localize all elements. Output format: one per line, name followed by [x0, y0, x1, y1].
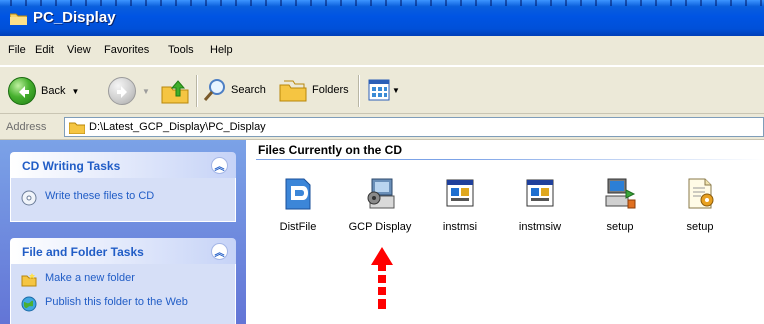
search-label: Search [231, 84, 266, 96]
folders-label: Folders [312, 84, 349, 96]
publish-folder-link[interactable]: Publish this folder to the Web [21, 296, 225, 312]
file-name: instmsiw [518, 221, 562, 233]
views-dropdown-icon[interactable]: ▼ [392, 86, 400, 95]
cd-writing-tasks-title: CD Writing Tasks [22, 159, 121, 173]
cd-writing-tasks-body: Write these files to CD [10, 178, 236, 222]
file-item-setup-exe[interactable]: setup [580, 176, 660, 233]
forward-button[interactable]: ▼ [108, 77, 150, 105]
window-title: PC_Display [33, 9, 116, 26]
file-name: instmsi [442, 221, 478, 233]
menu-file[interactable]: File [8, 44, 26, 56]
distfile-icon [285, 178, 311, 210]
file-folder-tasks-header[interactable]: File and Folder Tasks ︽ [10, 238, 236, 264]
views-icon [368, 79, 390, 101]
forward-arrow-icon [108, 77, 136, 105]
file-folder-tasks-title: File and Folder Tasks [22, 245, 144, 259]
toolbar: Back ▼ ▼ Search Folders ▼ [0, 66, 764, 114]
publish-web-icon [21, 296, 37, 312]
annotation-arrow-icon [371, 247, 393, 309]
address-label: Address [6, 121, 47, 133]
file-folder-tasks-group: File and Folder Tasks ︽ Make a new folde… [10, 238, 236, 324]
folder-icon [69, 122, 85, 134]
file-item-setup-ini[interactable]: setup [660, 176, 740, 233]
menu-favorites[interactable]: Favorites [104, 44, 149, 56]
folders-button[interactable]: Folders [278, 77, 349, 103]
file-name: setup [686, 221, 714, 233]
file-name: DistFile [279, 221, 317, 233]
file-item-distfile[interactable]: DistFile [258, 176, 338, 233]
title-bar: PC_Display [0, 0, 764, 36]
file-name: GCP Display [348, 221, 412, 233]
toolbar-separator [196, 75, 197, 107]
file-item-instmsiw[interactable]: instmsiw [500, 176, 580, 233]
write-files-label: Write these files to CD [45, 190, 155, 202]
up-folder-button[interactable] [160, 77, 190, 105]
back-label: Back [41, 85, 66, 97]
cd-writing-tasks-group: CD Writing Tasks ︽ Write these files to … [10, 152, 236, 222]
file-list-pane: Files Currently on the CD DistFile GCP D… [246, 140, 764, 324]
setup-file-icon [688, 178, 714, 209]
search-button[interactable]: Search [202, 77, 266, 103]
file-item-instmsi[interactable]: instmsi [420, 176, 500, 233]
back-button[interactable]: Back ▼ [8, 77, 79, 105]
folders-icon [279, 80, 307, 102]
cd-writing-tasks-header[interactable]: CD Writing Tasks ︽ [10, 152, 236, 178]
file-folder-tasks-body: Make a new folder Publish this folder to… [10, 264, 236, 324]
files-group-header: Files Currently on the CD [258, 143, 403, 157]
file-item-gcp-display[interactable]: GCP Display [340, 176, 420, 233]
instmsi-icon [446, 179, 474, 207]
address-value: D:\Latest_GCP_Display\PC_Display [89, 121, 266, 133]
menu-help[interactable]: Help [210, 44, 233, 56]
make-new-folder-link[interactable]: Make a new folder [21, 272, 225, 288]
collapse-chevron-icon[interactable]: ︽ [211, 243, 228, 260]
menu-bar: File Edit View Favorites Tools Help [0, 36, 764, 66]
new-folder-icon [21, 273, 37, 287]
setup-computer-icon [605, 178, 636, 209]
make-new-folder-label: Make a new folder [45, 272, 135, 284]
up-folder-icon [161, 80, 189, 104]
publish-folder-label: Publish this folder to the Web [45, 296, 188, 308]
search-icon [203, 79, 225, 101]
address-bar: Address D:\Latest_GCP_Display\PC_Display [0, 114, 764, 140]
toolbar-separator [358, 75, 359, 107]
folder-icon [10, 13, 27, 25]
cd-write-icon [21, 190, 37, 206]
gcp-display-icon [367, 178, 395, 209]
title-bar-texture [0, 0, 764, 6]
menu-view[interactable]: View [67, 44, 91, 56]
instmsiw-icon [526, 179, 554, 207]
forward-dropdown-icon[interactable]: ▼ [142, 87, 150, 96]
back-arrow-icon [8, 77, 36, 105]
menu-tools[interactable]: Tools [168, 44, 194, 56]
write-files-to-cd-link[interactable]: Write these files to CD [21, 190, 225, 206]
address-input[interactable]: D:\Latest_GCP_Display\PC_Display [64, 117, 764, 137]
collapse-chevron-icon[interactable]: ︽ [211, 157, 228, 174]
views-button[interactable]: ▼ [368, 79, 400, 101]
back-dropdown-icon[interactable]: ▼ [71, 87, 79, 96]
file-name: setup [606, 221, 634, 233]
header-divider [256, 159, 764, 160]
menu-edit[interactable]: Edit [35, 44, 54, 56]
task-pane: CD Writing Tasks ︽ Write these files to … [0, 140, 246, 324]
